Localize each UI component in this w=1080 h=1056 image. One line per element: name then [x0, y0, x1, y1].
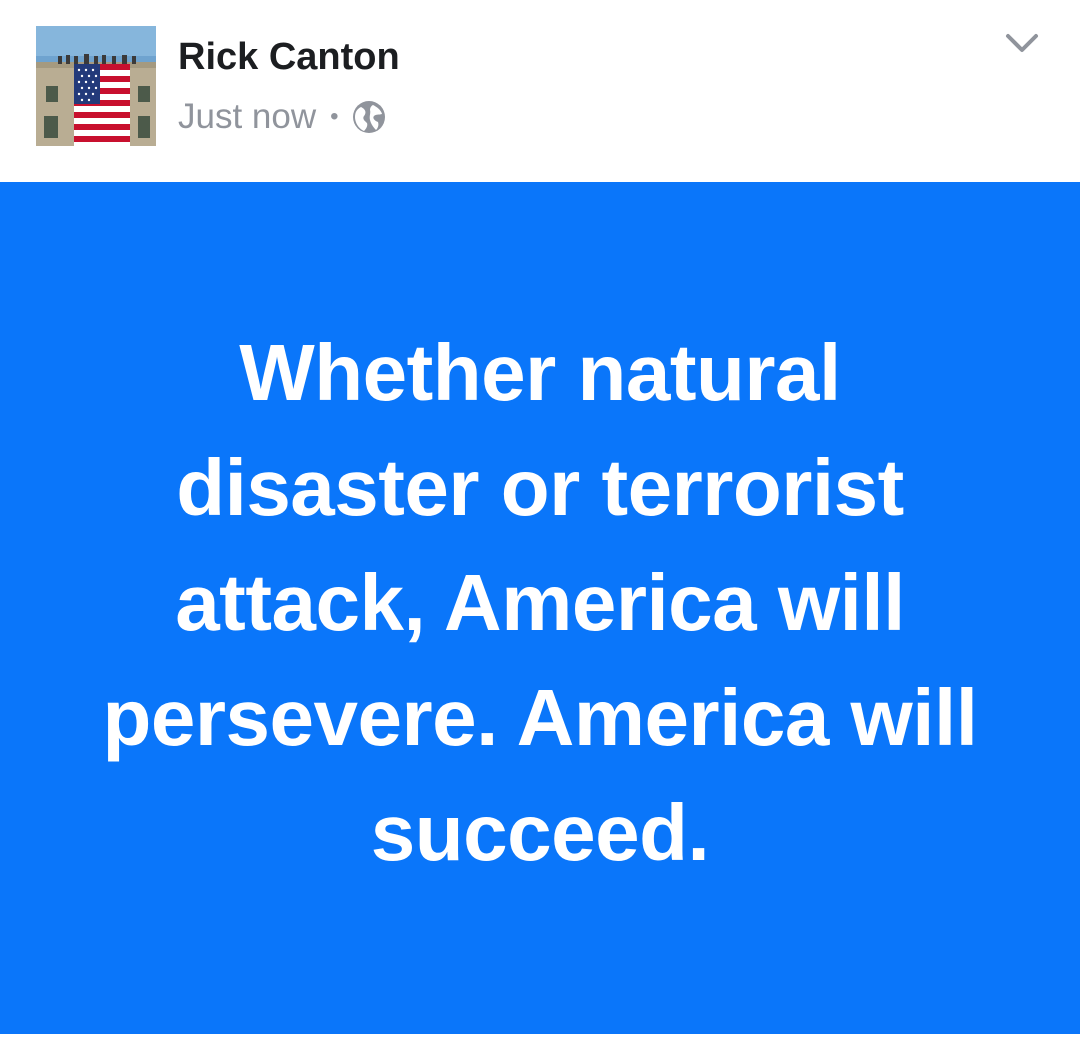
avatar[interactable]: [36, 26, 156, 146]
chevron-down-icon[interactable]: [1000, 24, 1044, 64]
post-meta: Just now •: [178, 94, 387, 140]
post-header: Rick Canton Just now •: [0, 0, 1080, 182]
timestamp[interactable]: Just now: [178, 97, 316, 137]
author-name[interactable]: Rick Canton: [178, 36, 400, 79]
post-text: Whether natural disaster or terrorist at…: [102, 327, 978, 877]
avatar-image: [36, 26, 156, 146]
facebook-post: Rick Canton Just now • Whether natural d…: [0, 0, 1080, 1056]
globe-icon[interactable]: [351, 99, 387, 135]
post-bottom-divider: [0, 1034, 1080, 1056]
post-text-card: Whether natural disaster or terrorist at…: [0, 182, 1080, 1034]
meta-separator: •: [330, 103, 339, 130]
